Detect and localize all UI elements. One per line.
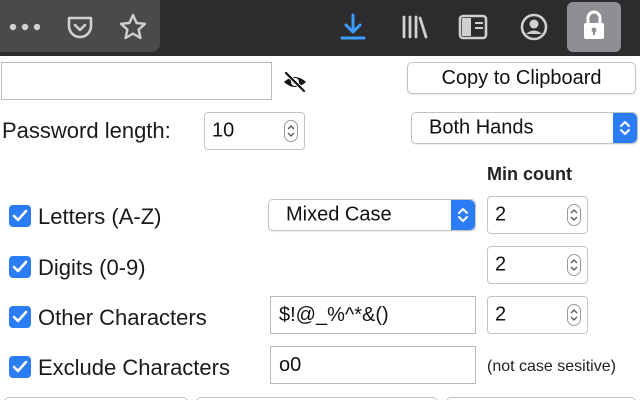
bookmark-star-icon[interactable]	[116, 10, 150, 44]
password-output-field[interactable]	[1, 62, 272, 100]
more-icon[interactable]	[8, 10, 42, 44]
sidebar-icon[interactable]	[456, 10, 490, 44]
eye-slash-icon[interactable]	[282, 71, 308, 98]
letters-checkbox[interactable]	[9, 205, 31, 227]
stepper-arrows-icon[interactable]	[567, 204, 581, 226]
library-icon[interactable]	[397, 10, 431, 44]
select-arrows-icon	[451, 200, 475, 230]
letters-min-count-value: 2	[495, 203, 507, 226]
hands-select-value: Both Hands	[429, 116, 534, 139]
browser-toolbar	[0, 0, 640, 56]
digits-checkbox[interactable]	[9, 256, 31, 278]
letter-case-value: Mixed Case	[286, 203, 392, 226]
select-arrows-icon	[613, 113, 637, 143]
exclude-characters-label: Exclude Characters	[38, 355, 230, 380]
letter-case-select[interactable]: Mixed Case	[268, 199, 476, 231]
stepper-arrows-icon[interactable]	[284, 120, 298, 142]
copy-to-clipboard-button[interactable]: Copy to Clipboard	[407, 62, 636, 94]
case-sensitivity-note: (not case sesitive)	[487, 358, 616, 375]
account-icon[interactable]	[517, 10, 551, 44]
password-length-label: Password length:	[2, 118, 171, 143]
hands-select[interactable]: Both Hands	[411, 112, 638, 144]
download-icon[interactable]	[336, 10, 370, 44]
digits-min-count-stepper[interactable]: 2	[487, 246, 588, 284]
lock-icon	[581, 9, 607, 46]
exclude-characters-checkbox[interactable]	[9, 356, 31, 378]
other-characters-checkbox[interactable]	[9, 306, 31, 328]
password-generator-button[interactable]	[567, 2, 621, 52]
other-characters-label: Other Characters	[38, 305, 207, 330]
digits-min-count-value: 2	[495, 253, 507, 276]
exclude-characters-input[interactable]	[270, 346, 476, 384]
pocket-icon[interactable]	[63, 10, 97, 44]
digits-label: Digits (0-9)	[38, 255, 146, 280]
min-count-header: Min count	[487, 164, 572, 184]
other-min-count-stepper[interactable]: 2	[487, 296, 588, 334]
letters-label: Letters (A-Z)	[38, 204, 162, 229]
letters-min-count-stepper[interactable]: 2	[487, 196, 588, 234]
stepper-arrows-icon[interactable]	[567, 254, 581, 276]
password-length-stepper[interactable]: 10	[204, 112, 305, 150]
password-length-value: 10	[212, 119, 235, 142]
other-characters-input[interactable]	[270, 296, 476, 334]
other-min-count-value: 2	[495, 303, 507, 326]
stepper-arrows-icon[interactable]	[567, 304, 581, 326]
